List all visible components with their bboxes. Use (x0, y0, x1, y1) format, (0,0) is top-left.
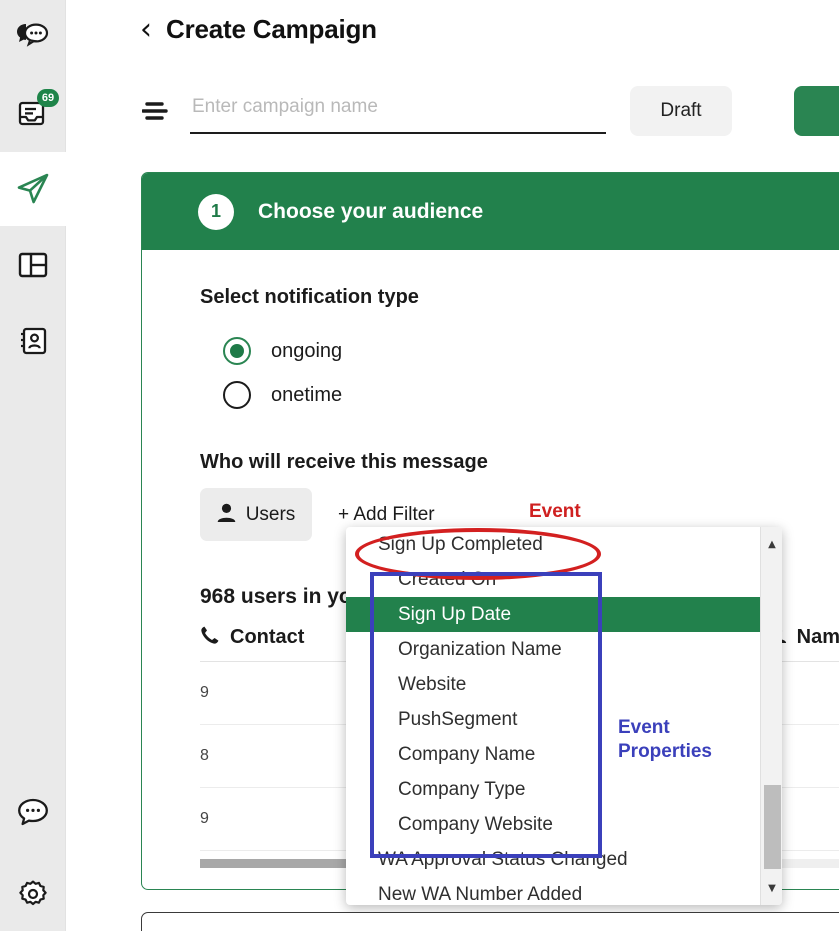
inbox-badge-count: 69 (37, 89, 59, 107)
campaign-name-row: Draft (140, 86, 839, 136)
sidebar-item-settings[interactable] (0, 857, 66, 931)
gear-icon (13, 874, 53, 914)
users-filter-chip[interactable]: Users (200, 488, 312, 541)
event-dropdown[interactable]: Sign Up Completed Created On Sign Up Dat… (346, 527, 782, 905)
audience-label: Who will receive this message (200, 451, 839, 474)
dropdown-item-sign-up-completed[interactable]: Sign Up Completed (346, 527, 760, 562)
radio-option-onetime[interactable]: onetime (200, 373, 839, 417)
sidebar-item-chats[interactable] (0, 0, 66, 74)
sidebar-item-contacts[interactable] (0, 304, 66, 378)
notification-type-label: Select notification type (200, 286, 839, 309)
sidebar-item-dashboard[interactable] (0, 228, 66, 302)
users-chip-label: Users (246, 504, 296, 526)
page-title: Create Campaign (166, 14, 377, 45)
person-icon (217, 503, 236, 526)
draft-status-button[interactable]: Draft (630, 86, 732, 136)
phone-icon (200, 625, 220, 651)
chats-bubble-icon (13, 17, 53, 57)
step-card-title: Choose your audience (258, 200, 483, 224)
annotation-event-properties-line1: Event (618, 716, 712, 740)
dropdown-item-wa-approval-status-changed[interactable]: WA Approval Status Changed (346, 842, 760, 877)
left-rail: 69 (0, 0, 66, 931)
step-number-badge: 1 (198, 194, 234, 230)
app-root: 69 (0, 0, 839, 931)
back-chevron-icon[interactable]: ‹ (140, 15, 152, 45)
sidebar-item-support[interactable] (0, 775, 66, 849)
page-header: ‹ Create Campaign (140, 14, 377, 45)
sidebar-item-campaigns[interactable] (0, 152, 66, 226)
radio-ongoing-icon[interactable] (223, 337, 251, 365)
table-column-name-label: Nam (797, 626, 839, 649)
scroll-down-arrow-icon[interactable]: ▼ (761, 877, 782, 899)
inbox-tray-icon: 69 (13, 93, 53, 133)
dropdown-item-organization-name[interactable]: Organization Name (346, 632, 760, 667)
scroll-up-arrow-icon[interactable]: ▲ (761, 533, 782, 555)
radio-ongoing-label: ongoing (271, 340, 342, 363)
layout-panels-icon (13, 245, 53, 285)
table-column-contact-label: Contact (230, 626, 304, 649)
table-cell-contact: 9 (200, 684, 360, 702)
paper-plane-icon (13, 169, 53, 209)
dropdown-scrollbar-thumb[interactable] (764, 785, 781, 869)
dropdown-item-company-website[interactable]: Company Website (346, 807, 760, 842)
annotation-event-properties-line2: Properties (618, 740, 712, 764)
primary-action-button[interactable] (794, 86, 839, 136)
annotation-label-event-properties: Event Properties (618, 716, 712, 764)
dropdown-item-new-wa-number-added[interactable]: New WA Number Added (346, 877, 760, 905)
contact-book-icon (13, 321, 53, 361)
radio-onetime-icon[interactable] (223, 381, 251, 409)
radio-option-ongoing[interactable]: ongoing (200, 329, 839, 373)
dropdown-scrollbar[interactable]: ▲ ▼ (760, 527, 782, 905)
speech-bubble-icon (13, 792, 53, 832)
notification-type-radio-group: ongoing onetime (200, 329, 839, 417)
add-filter-button[interactable]: + Add Filter (338, 504, 435, 526)
step-card-header: 1 Choose your audience (142, 173, 839, 250)
campaign-name-input[interactable] (190, 88, 606, 134)
annotation-label-event: Event (529, 501, 581, 523)
table-cell-contact: 8 (200, 747, 360, 765)
step-card-next (141, 912, 839, 931)
dropdown-item-company-type[interactable]: Company Type (346, 772, 760, 807)
dropdown-item-sign-up-date[interactable]: Sign Up Date (346, 597, 760, 632)
menu-lines-icon[interactable] (140, 96, 174, 126)
dropdown-item-website[interactable]: Website (346, 667, 760, 702)
sidebar-item-inbox[interactable]: 69 (0, 76, 66, 150)
radio-onetime-label: onetime (271, 384, 342, 407)
dropdown-item-created-on[interactable]: Created On (346, 562, 760, 597)
table-cell-contact: 9 (200, 810, 360, 828)
